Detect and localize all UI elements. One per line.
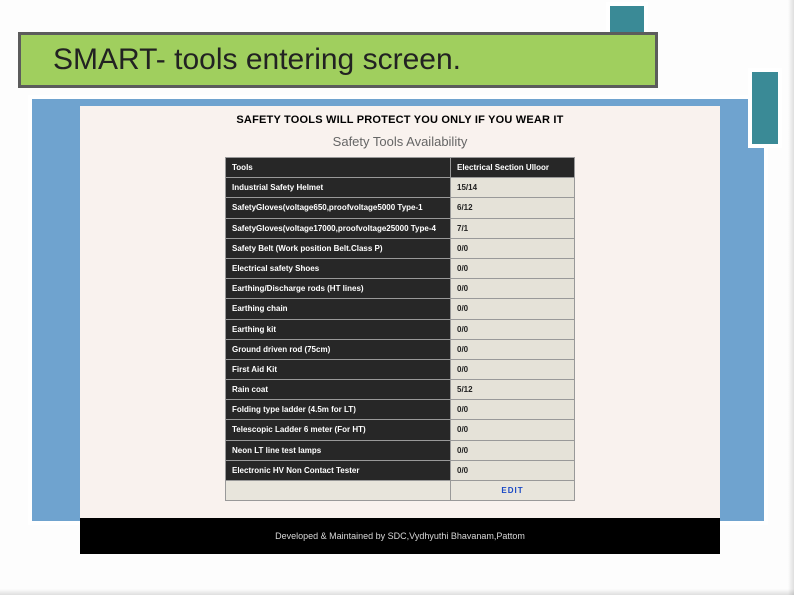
table-row: SafetyGloves(voltage650,proofvoltage5000…	[226, 198, 574, 218]
tool-name: Electronic HV Non Contact Tester	[226, 461, 451, 480]
screen-panel: SAFETY TOOLS WILL PROTECT YOU ONLY IF YO…	[80, 106, 720, 518]
footer: Developed & Maintained by SDC,Vydhyuthi …	[80, 518, 720, 554]
table-heading: Safety Tools Availability	[80, 134, 720, 149]
tool-value: 0/0	[451, 461, 574, 480]
tool-value: 0/0	[451, 340, 574, 359]
tools-table: Tools Electrical Section Ulloor Industri…	[225, 157, 575, 501]
table-row: Neon LT line test lamps 0/0	[226, 441, 574, 461]
header-section: Electrical Section Ulloor	[451, 158, 574, 177]
tool-name: Safety Belt (Work position Belt.Class P)	[226, 239, 451, 258]
tool-name: Telescopic Ladder 6 meter (For HT)	[226, 420, 451, 439]
table-row: Electrical safety Shoes 0/0	[226, 259, 574, 279]
tool-name: SafetyGloves(voltage17000,proofvoltage25…	[226, 219, 451, 238]
tool-name: Industrial Safety Helmet	[226, 178, 451, 197]
table-row: Telescopic Ladder 6 meter (For HT) 0/0	[226, 420, 574, 440]
edit-button[interactable]: EDIT	[451, 481, 574, 500]
table-row: Safety Belt (Work position Belt.Class P)…	[226, 239, 574, 259]
tool-name: Ground driven rod (75cm)	[226, 340, 451, 359]
footer-text: Developed & Maintained by SDC,Vydhyuthi …	[275, 531, 525, 541]
tool-value: 0/0	[451, 239, 574, 258]
tool-value: 7/1	[451, 219, 574, 238]
table-row: Earthing chain 0/0	[226, 299, 574, 319]
table-row: Electronic HV Non Contact Tester 0/0	[226, 461, 574, 481]
edit-spacer	[226, 481, 451, 500]
tool-value: 0/0	[451, 299, 574, 318]
tool-value: 0/0	[451, 279, 574, 298]
table-header-row: Tools Electrical Section Ulloor	[226, 158, 574, 178]
tool-name: SafetyGloves(voltage650,proofvoltage5000…	[226, 198, 451, 217]
tool-value: 0/0	[451, 320, 574, 339]
title-box: SMART- tools entering screen.	[18, 32, 658, 88]
tool-value: 0/0	[451, 420, 574, 439]
tool-value: 0/0	[451, 400, 574, 419]
tool-value: 0/0	[451, 259, 574, 278]
table-row: SafetyGloves(voltage17000,proofvoltage25…	[226, 219, 574, 239]
edit-row: EDIT	[226, 481, 574, 500]
tool-name: Earthing chain	[226, 299, 451, 318]
table-row: Industrial Safety Helmet 15/14	[226, 178, 574, 198]
tool-value: 15/14	[451, 178, 574, 197]
table-row: Folding type ladder (4.5m for LT) 0/0	[226, 400, 574, 420]
slide-shadow-bottom	[0, 589, 794, 595]
slide-title: SMART- tools entering screen.	[21, 43, 461, 77]
header-tools: Tools	[226, 158, 451, 177]
tool-value: 6/12	[451, 198, 574, 217]
tool-value: 0/0	[451, 360, 574, 379]
tool-name: Neon LT line test lamps	[226, 441, 451, 460]
tool-value: 0/0	[451, 441, 574, 460]
table-row: Ground driven rod (75cm) 0/0	[226, 340, 574, 360]
tool-name: Earthing/Discharge rods (HT lines)	[226, 279, 451, 298]
tool-name: Electrical safety Shoes	[226, 259, 451, 278]
table-row: Earthing/Discharge rods (HT lines) 0/0	[226, 279, 574, 299]
tool-name: Folding type ladder (4.5m for LT)	[226, 400, 451, 419]
tool-name: First Aid Kit	[226, 360, 451, 379]
table-row: Earthing kit 0/0	[226, 320, 574, 340]
tool-value: 5/12	[451, 380, 574, 399]
tool-name: Earthing kit	[226, 320, 451, 339]
safety-banner: SAFETY TOOLS WILL PROTECT YOU ONLY IF YO…	[80, 114, 720, 126]
table-row: First Aid Kit 0/0	[226, 360, 574, 380]
deco-teal-right	[748, 68, 782, 148]
table-row: Rain coat 5/12	[226, 380, 574, 400]
tool-name: Rain coat	[226, 380, 451, 399]
slide-shadow-right	[788, 0, 794, 595]
